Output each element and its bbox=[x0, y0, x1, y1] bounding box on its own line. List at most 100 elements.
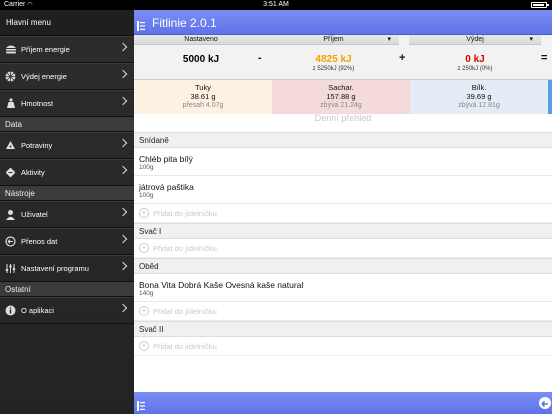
chevron-down-icon: ▾ bbox=[529, 36, 533, 43]
add-to-menu-button[interactable]: + Přidat do jídelníčku bbox=[134, 302, 552, 321]
sidebar-item-data-transfer[interactable]: Přenos dat bbox=[0, 228, 134, 255]
chevron-right-icon bbox=[118, 42, 128, 52]
summary-set-value: 5000 kJ bbox=[182, 54, 220, 65]
sidebar-item-label: Příjem energie bbox=[21, 44, 70, 54]
chevron-right-icon bbox=[118, 96, 128, 106]
food-name: Bona Vita Dobrá Kaše Ovesná kaše natural bbox=[139, 280, 304, 290]
activity-icon bbox=[4, 166, 17, 179]
add-label: Přidat do jídelníčku bbox=[153, 208, 217, 218]
meal-section-header: Svač I bbox=[134, 223, 552, 239]
menu-toggle-icon[interactable] bbox=[137, 18, 145, 31]
food-quantity: 100g bbox=[139, 192, 154, 199]
energy-summary: Nastaveno 5000 kJ - Příjem ▾ 4825 kJ z 52… bbox=[134, 35, 552, 79]
scale-icon bbox=[4, 97, 17, 110]
chevron-right-icon bbox=[118, 303, 128, 313]
meal-section-header: Svač II bbox=[134, 321, 552, 337]
battery-icon bbox=[531, 2, 549, 8]
macro-value: 157.88 g bbox=[326, 92, 356, 101]
sidebar-item-user[interactable]: Uživatel bbox=[0, 201, 134, 228]
burger-icon bbox=[4, 43, 17, 56]
summary-intake[interactable]: Příjem ▾ 4825 kJ z 5250kJ (92%) bbox=[268, 35, 399, 79]
food-quantity: 140g bbox=[139, 290, 154, 297]
macro-nutrients: Tuky 38.61 g přesah 4.07g Sachar. 157.88… bbox=[134, 79, 552, 114]
sidebar-item-settings[interactable]: Nastavení programu bbox=[0, 255, 134, 282]
app-title: Fitlinie 2.0.1 bbox=[152, 16, 217, 30]
add-to-menu-button[interactable]: + Přidat do jídelníčku bbox=[134, 204, 552, 223]
summary-set-header: Nastaveno bbox=[134, 35, 268, 45]
summary-output-header-text: Výdej bbox=[466, 36, 484, 43]
sidebar-item-foods[interactable]: Potraviny bbox=[0, 132, 134, 159]
chevron-right-icon bbox=[118, 69, 128, 79]
sidebar-item-activities[interactable]: Aktivity bbox=[0, 159, 134, 186]
summary-intake-header-text: Příjem bbox=[323, 36, 344, 43]
daily-overview-label: Denní přehled bbox=[314, 113, 372, 123]
summary-intake-sub: z 5250kJ (92%) bbox=[312, 66, 355, 72]
sidebar-section-data: Data bbox=[0, 117, 134, 132]
bottom-bar bbox=[134, 392, 552, 414]
macro-protein: Bílk. 39.69 g zbývá 12.81g bbox=[410, 80, 548, 114]
add-label: Přidat do jídelníčku bbox=[153, 243, 217, 253]
sidebar-item-label: Hmotnost bbox=[21, 98, 54, 108]
macro-status: přesah 4.07g bbox=[182, 102, 224, 109]
plus-icon: + bbox=[139, 341, 149, 351]
chevron-right-icon bbox=[118, 261, 128, 271]
status-bar: Carrier ◠ 3:51 AM bbox=[0, 0, 552, 10]
plus-operator: + bbox=[399, 52, 406, 64]
macro-status: zbývá 21.24g bbox=[320, 102, 362, 109]
summary-output-value: 0 kJ bbox=[465, 54, 485, 65]
ball-icon bbox=[4, 70, 17, 83]
summary-set[interactable]: Nastaveno 5000 kJ bbox=[134, 35, 268, 79]
macro-value: 39.69 g bbox=[466, 92, 492, 101]
user-icon bbox=[4, 208, 17, 221]
sidebar-item-label: O aplikaci bbox=[21, 305, 54, 315]
clock: 3:51 AM bbox=[263, 1, 289, 8]
settings-icon bbox=[4, 262, 17, 275]
sidebar-item-label: Aktivity bbox=[21, 167, 45, 177]
add-to-menu-button[interactable]: + Přidat do jídelníčku bbox=[134, 337, 552, 356]
food-quantity: 100g bbox=[139, 164, 154, 171]
minus-operator: - bbox=[258, 52, 262, 64]
add-to-menu-button[interactable]: + Přidat do jídelníčku bbox=[134, 239, 552, 258]
chevron-down-icon: ▾ bbox=[387, 36, 391, 43]
sidebar-item-energy-intake[interactable]: Příjem energie bbox=[0, 36, 134, 63]
list-item[interactable]: játrová paštika 100g bbox=[134, 176, 552, 204]
plus-icon: + bbox=[139, 208, 149, 218]
sidebar-title: Hlavní menu bbox=[0, 10, 134, 36]
macro-value: 38.61 g bbox=[190, 92, 216, 101]
summary-intake-value: 4825 kJ bbox=[315, 54, 352, 65]
summary-output[interactable]: Výdej ▾ 0 kJ z 250kJ (0%) bbox=[409, 35, 541, 79]
back-arrow-icon[interactable] bbox=[539, 397, 551, 409]
sidebar: Hlavní menu Příjem energie Výdej energie… bbox=[0, 10, 134, 414]
chevron-right-icon bbox=[118, 207, 128, 217]
main-panel: Fitlinie 2.0.1 Nastaveno 5000 kJ - Příje… bbox=[134, 10, 552, 414]
add-label: Přidat do jídelníčku bbox=[153, 306, 217, 316]
sidebar-item-weight[interactable]: Hmotnost bbox=[0, 90, 134, 117]
summary-intake-header: Příjem ▾ bbox=[268, 35, 399, 45]
list-item[interactable]: Bona Vita Dobrá Kaše Ovesná kaše natural… bbox=[134, 274, 552, 302]
add-label: Přidat do jídelníčku bbox=[153, 341, 217, 351]
sidebar-item-label: Potraviny bbox=[21, 140, 53, 150]
sidebar-item-label: Nastavení programu bbox=[21, 263, 89, 273]
macro-name: Bílk. bbox=[471, 83, 487, 92]
macro-status: zbývá 12.81g bbox=[458, 102, 500, 109]
macro-fat: Tuky 38.61 g přesah 4.07g bbox=[134, 80, 272, 114]
chevron-right-icon bbox=[118, 234, 128, 244]
sidebar-section-other: Ostatní bbox=[0, 282, 134, 297]
sidebar-item-label: Výdej energie bbox=[21, 71, 67, 81]
sidebar-item-label: Uživatel bbox=[21, 209, 48, 219]
list-item[interactable]: Chléb pita bílý 100g bbox=[134, 148, 552, 176]
food-name: játrová paštika bbox=[139, 182, 194, 192]
sidebar-item-about[interactable]: O aplikaci bbox=[0, 297, 134, 324]
scroll-indicator bbox=[548, 80, 552, 114]
info-icon bbox=[4, 304, 17, 317]
macro-name: Sachar. bbox=[328, 83, 354, 92]
chevron-right-icon bbox=[118, 165, 128, 175]
list-icon[interactable] bbox=[137, 398, 145, 414]
transfer-icon bbox=[4, 235, 17, 248]
sidebar-item-energy-output[interactable]: Výdej energie bbox=[0, 63, 134, 90]
sidebar-section-tools: Nástroje bbox=[0, 186, 134, 201]
plus-icon: + bbox=[139, 306, 149, 316]
food-icon bbox=[4, 139, 17, 152]
equals-operator: = bbox=[541, 52, 548, 64]
meal-list: Snídaně Chléb pita bílý 100g játrová paš… bbox=[134, 132, 552, 356]
